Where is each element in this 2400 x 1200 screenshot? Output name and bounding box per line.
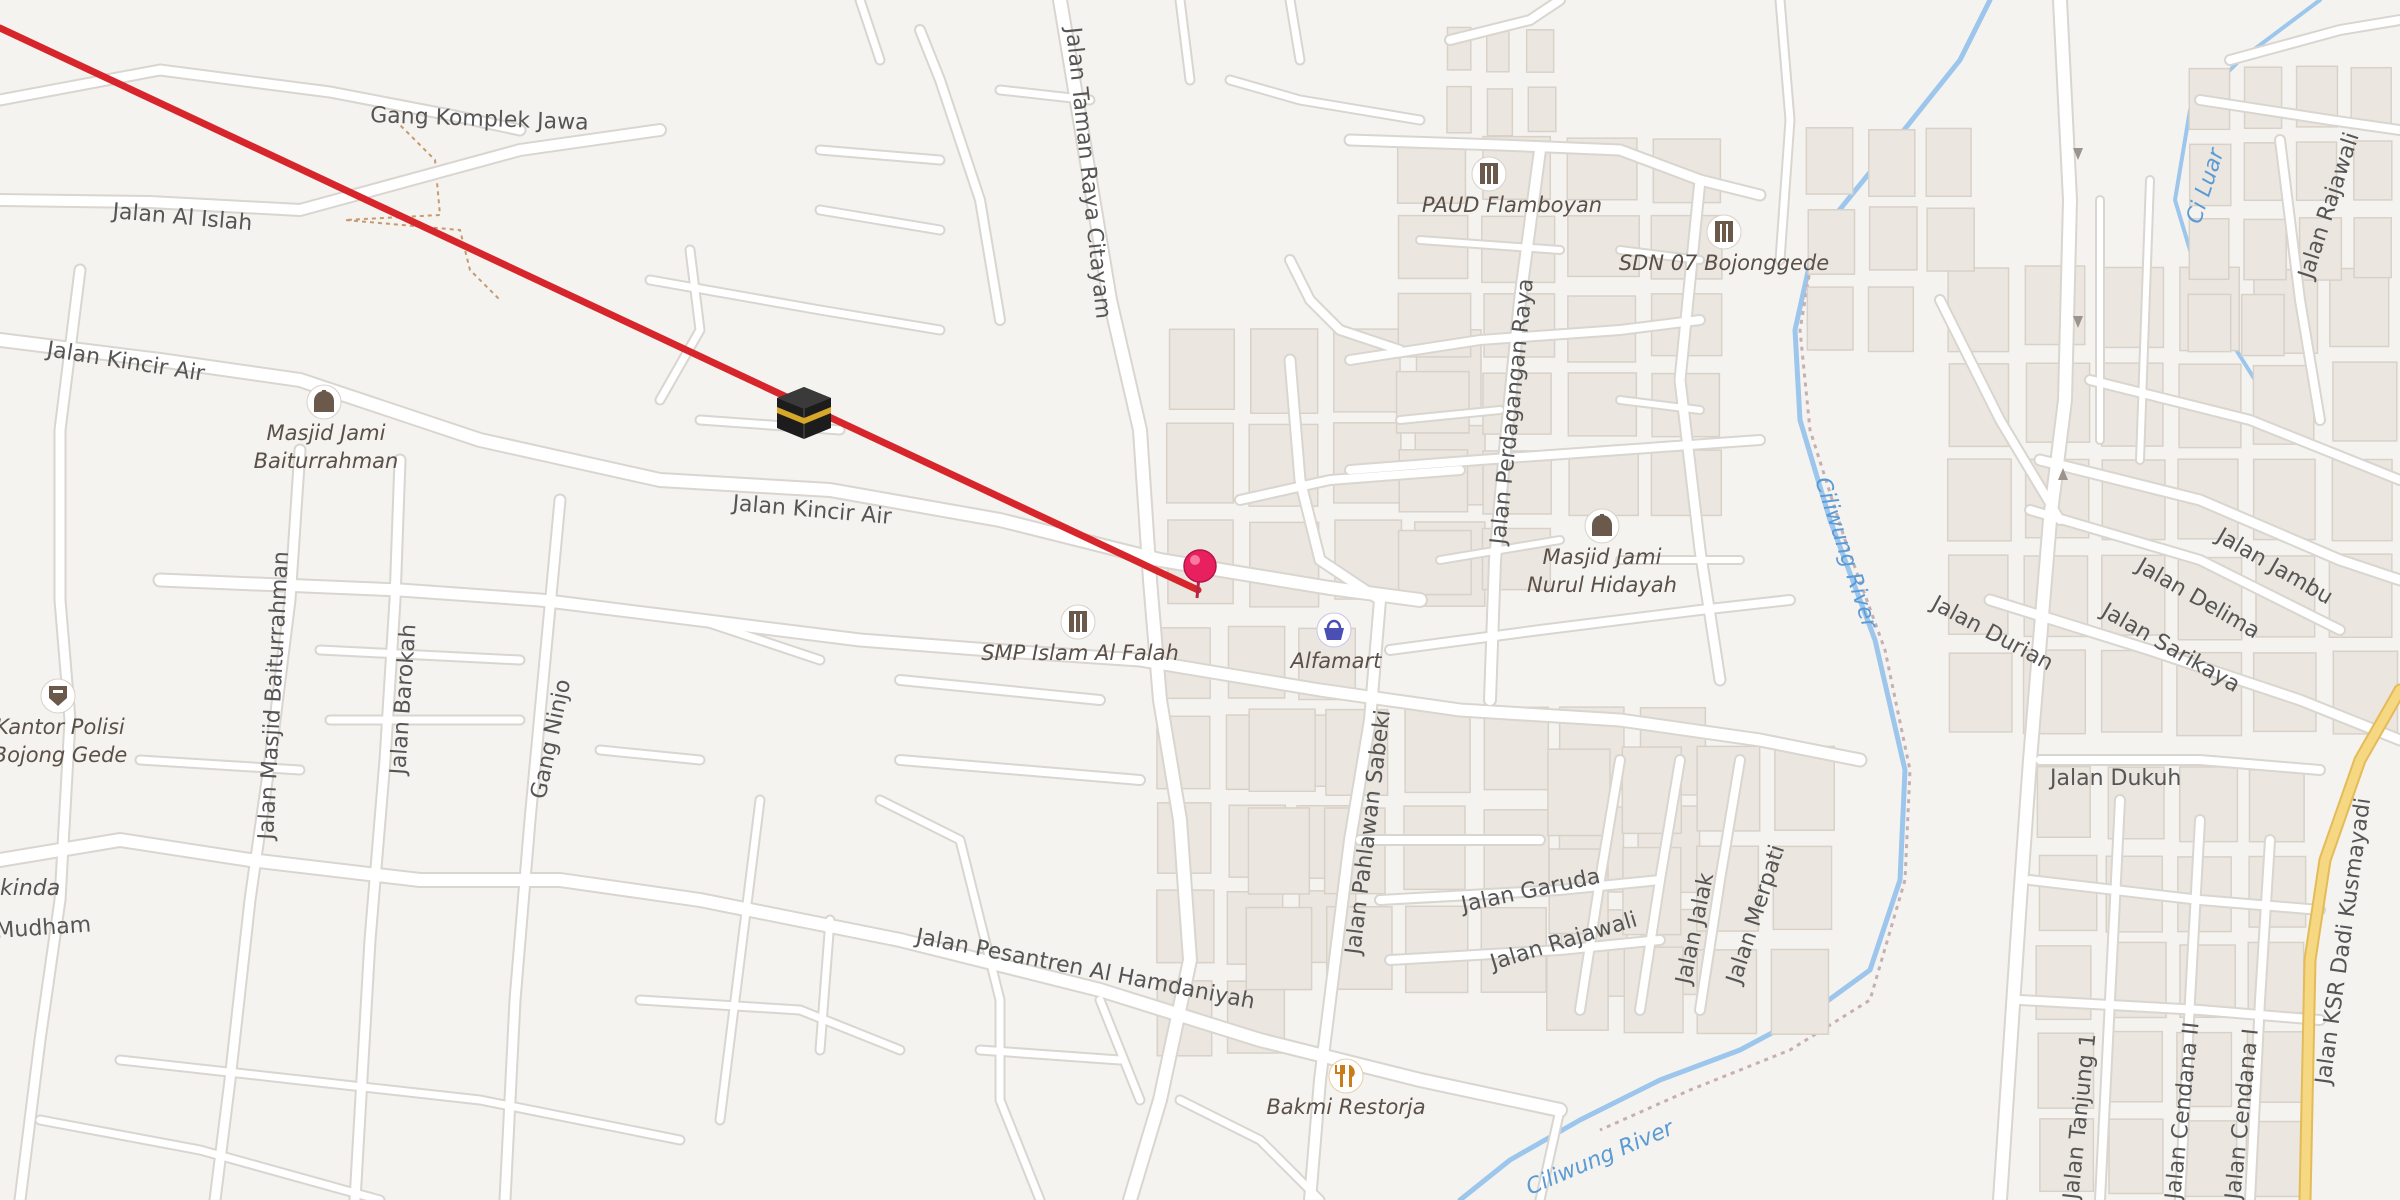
building	[2102, 266, 2165, 349]
road-segment	[816, 916, 834, 1054]
river-label-ciliwung-north: Ciliwung River	[1809, 474, 1882, 633]
building	[1868, 129, 1916, 197]
building	[1245, 906, 1313, 991]
building	[1403, 805, 1466, 891]
building	[2248, 769, 2305, 843]
road-segment	[596, 746, 704, 764]
building	[1404, 707, 1471, 794]
road-segment	[316, 646, 524, 664]
road-label-mudham: Mudham	[0, 912, 92, 944]
road-segment	[896, 676, 1104, 704]
building	[1946, 458, 2012, 542]
road-label-jalan-masjid-baiturrahman: Jalan Masjid Baiturrahman	[254, 551, 294, 843]
building	[1486, 88, 1514, 137]
building	[1770, 948, 1830, 1035]
poi-label-masjid-baiturrahman-1: Masjid Jami	[267, 421, 386, 445]
road-label-jalan-ksr: Jalan KSR Dadi Kusmayadi	[2311, 796, 2376, 1088]
shopping-basket-icon	[1316, 612, 1352, 648]
poi-label-masjid-nurul-hidayah-1: Masjid Jami	[1543, 545, 1662, 569]
building	[2100, 362, 2164, 447]
building	[1404, 905, 1469, 994]
poi-label-sdn-07: SDN 07 Bojonggede	[1619, 251, 1829, 275]
building	[1568, 450, 1640, 517]
road-segment	[996, 996, 1044, 1200]
building	[2179, 766, 2239, 843]
building	[2240, 293, 2285, 357]
building	[1547, 748, 1611, 837]
police-icon	[40, 678, 76, 714]
school-icon	[1471, 156, 1507, 192]
road-segment	[0, 125, 665, 215]
road-casing-segment	[914, 24, 1006, 326]
road-label-jalan-dukuh: Jalan Dukuh	[2048, 766, 2181, 791]
building	[2188, 217, 2230, 281]
building	[1867, 286, 1915, 353]
road-segment	[856, 0, 884, 64]
building	[1868, 206, 1918, 271]
path-dotted	[344, 119, 501, 301]
building	[1806, 286, 1854, 351]
road-segment	[816, 206, 944, 234]
map-view[interactable]: Gang Komplek Jawa Jalan Al Islah Jalan K…	[0, 0, 2400, 1200]
poi-label-kantor-polisi-2: Bojong Gede	[0, 743, 127, 767]
building	[2243, 66, 2283, 130]
building	[2248, 855, 2307, 928]
building	[1446, 85, 1472, 134]
road-segment	[1176, 0, 1194, 84]
mosque-icon	[306, 384, 342, 420]
poi-label-masjid-baiturrahman-2: Baiturrahman	[254, 449, 399, 473]
road-segment	[896, 756, 1144, 784]
poi-label-bakmi-restorja: Bakmi Restorja	[1266, 1095, 1425, 1119]
poi-label-alfamart: Alfamart	[1289, 649, 1382, 673]
building	[2100, 649, 2163, 733]
building	[1165, 422, 1235, 504]
building	[2108, 1118, 2164, 1195]
poi-sdn-07[interactable]: SDN 07 Bojonggede	[1619, 214, 1829, 275]
building	[2105, 1030, 2164, 1103]
school-icon	[1060, 604, 1096, 640]
poi-label-masjid-nurul-hidayah-2: Nurul Hidayah	[1527, 573, 1677, 597]
road-segment	[2226, 16, 2400, 64]
qibla-direction-line	[0, 24, 1202, 594]
road-segment	[876, 796, 1004, 1004]
building	[2243, 218, 2287, 281]
poi-masjid-nurul-hidayah[interactable]: Masjid Jami Nurul Hidayah	[1527, 508, 1677, 597]
poi-label-smp-islam-al-falah: SMP Islam Al Falah	[981, 641, 1179, 665]
road-label-jalan-taman-raya-citayam: Jalan Taman Raya Citayam	[1060, 24, 1116, 320]
mosque-icon	[1584, 508, 1620, 544]
building	[1248, 708, 1316, 793]
building	[1397, 529, 1472, 596]
road-segment	[1096, 996, 1144, 1104]
road-label-kinda: kinda	[0, 876, 60, 901]
poi-label-paud-flamboyan: PAUD Flamboyan	[1422, 193, 1602, 217]
poi-label-kantor-polisi-1: Kantor Polisi	[0, 715, 125, 739]
building	[2187, 293, 2232, 353]
building	[1168, 328, 1236, 411]
building	[1525, 29, 1555, 73]
building	[1527, 86, 1557, 133]
road-segment	[816, 146, 944, 164]
road-segment	[1386, 596, 1794, 654]
building	[1249, 328, 1319, 414]
school-icon	[1706, 214, 1742, 250]
road-segment	[1286, 0, 1304, 64]
poi-kantor-polisi[interactable]: Kantor Polisi Bojong Gede	[0, 678, 127, 767]
building	[1948, 652, 2013, 733]
building	[1926, 207, 1975, 272]
road-casing-segment	[994, 994, 1046, 1200]
kaaba-icon[interactable]	[777, 387, 831, 439]
building	[1925, 127, 1972, 197]
building	[2332, 361, 2398, 442]
restaurant-icon	[1328, 1058, 1364, 1094]
building	[2038, 854, 2098, 932]
road-label-gang-komplek-jawa: Gang Komplek Jawa	[370, 103, 589, 136]
building	[1247, 807, 1311, 895]
building	[1805, 127, 1854, 195]
building	[2353, 216, 2393, 279]
road-segment	[716, 796, 764, 1124]
